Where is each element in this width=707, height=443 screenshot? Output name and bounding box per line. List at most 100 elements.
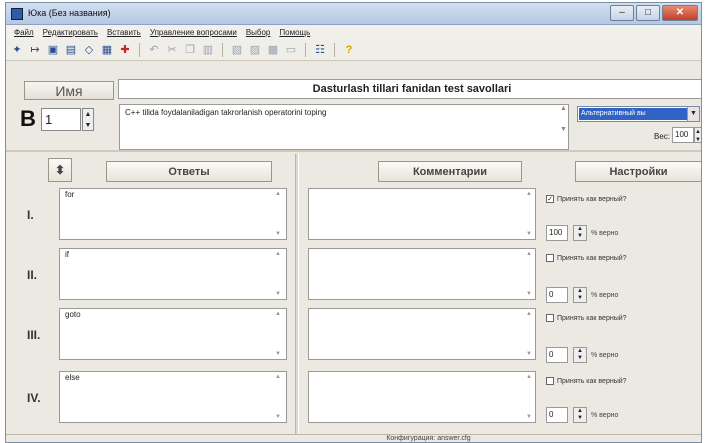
- correct-checkbox[interactable]: ✓: [546, 195, 554, 203]
- copy-icon[interactable]: ❐: [183, 43, 197, 57]
- app-icon: [11, 8, 23, 20]
- scroll-down-icon[interactable]: ▼: [526, 291, 532, 297]
- save-icon[interactable]: ▣: [46, 43, 60, 57]
- add-icon[interactable]: ✚: [118, 43, 132, 57]
- app-window: Юка (Без названия) – □ ✕ Файл Редактиров…: [5, 2, 702, 443]
- scroll-down-icon[interactable]: ▼: [526, 231, 532, 237]
- question-scrollbar[interactable]: ▲ ▼: [559, 105, 568, 149]
- sort-updown-icon[interactable]: ⬍: [48, 158, 72, 182]
- scroll-down-icon[interactable]: ▼: [275, 414, 281, 420]
- percent-input[interactable]: 0: [546, 287, 568, 303]
- menu-questions[interactable]: Управление вопросами: [150, 28, 237, 37]
- scroll-up-icon[interactable]: ▲: [275, 311, 281, 317]
- weight-label: Вес:: [654, 132, 671, 141]
- grid-icon[interactable]: ▦: [100, 43, 114, 57]
- menu-help[interactable]: Помощь: [279, 28, 310, 37]
- answer-text-area[interactable]: else ▲ ▼: [59, 371, 287, 423]
- correct-checkbox-row[interactable]: Принять как верный?: [546, 254, 627, 262]
- answer-text-area[interactable]: goto ▲ ▼: [59, 308, 287, 360]
- answer-row: I. for ▲ ▼: [6, 184, 296, 240]
- test-title-field[interactable]: Dasturlash tillari fanidan test savollar…: [118, 79, 701, 99]
- menu-select[interactable]: Выбор: [246, 28, 271, 37]
- scroll-down-icon[interactable]: ▼: [526, 351, 532, 357]
- correct-checkbox-row[interactable]: Принять как верный?: [546, 314, 627, 322]
- weight-input[interactable]: 100: [672, 127, 694, 143]
- maximize-button[interactable]: □: [636, 5, 660, 21]
- format-icon[interactable]: ▨: [248, 43, 262, 57]
- scroll-up-icon[interactable]: ▲: [526, 374, 532, 380]
- menu-file[interactable]: Файл: [14, 28, 34, 37]
- chevron-down-icon[interactable]: ▼: [687, 107, 699, 121]
- scroll-down-icon[interactable]: ▼: [275, 291, 281, 297]
- undo-icon[interactable]: ↶: [147, 43, 161, 57]
- comment-text-area[interactable]: ▲ ▼: [308, 248, 536, 300]
- correct-checkbox-row[interactable]: Принять как верный?: [546, 377, 627, 385]
- answer-row: II. if ▲ ▼: [6, 244, 296, 300]
- answer-text-area[interactable]: for ▲ ▼: [59, 188, 287, 240]
- menu-edit[interactable]: Редактировать: [43, 28, 98, 37]
- answer-row: III. goto ▲ ▼: [6, 304, 296, 360]
- percent-spinner[interactable]: ▲ ▼: [573, 287, 587, 303]
- new-file-icon[interactable]: ✦: [10, 43, 24, 57]
- answers-header[interactable]: Ответы: [106, 161, 272, 182]
- cut-icon[interactable]: ✂: [165, 43, 179, 57]
- settings-icon[interactable]: ◇: [82, 43, 96, 57]
- scroll-up-icon[interactable]: ▲: [275, 191, 281, 197]
- toolbar-separator: [334, 42, 335, 57]
- menu-insert[interactable]: Вставить: [107, 28, 141, 37]
- question-type-select[interactable]: Альтернативный вы ▼: [577, 106, 700, 122]
- close-button[interactable]: ✕: [662, 5, 698, 21]
- question-number-spinner[interactable]: ▲ ▼: [82, 108, 94, 131]
- correct-checkbox[interactable]: [546, 254, 554, 262]
- window-controls: – □ ✕: [610, 5, 698, 21]
- correct-checkbox[interactable]: [546, 314, 554, 322]
- percent-input[interactable]: 0: [546, 347, 568, 363]
- question-type-value: Альтернативный вы: [579, 108, 687, 120]
- percent-spinner[interactable]: ▲ ▼: [573, 225, 587, 241]
- answer-text: if: [65, 250, 69, 259]
- percent-input[interactable]: 100: [546, 225, 568, 241]
- question-number-input[interactable]: 1: [41, 108, 81, 131]
- scroll-up-icon[interactable]: ▲: [275, 251, 281, 257]
- settings-header[interactable]: Настройки: [575, 161, 701, 182]
- menu-bar: Файл Редактировать Вставить Управление в…: [6, 25, 701, 39]
- correct-checkbox-row[interactable]: ✓ Принять как верный?: [546, 195, 627, 203]
- scroll-up-icon[interactable]: ▲: [526, 311, 532, 317]
- percent-label: % верно: [591, 412, 619, 419]
- percent-input[interactable]: 0: [546, 407, 568, 423]
- minimize-button[interactable]: –: [610, 5, 634, 21]
- scroll-up-icon[interactable]: ▲: [526, 191, 532, 197]
- help-icon[interactable]: ?: [342, 43, 356, 57]
- title-bar: Юка (Без названия) – □ ✕: [6, 3, 701, 25]
- preview-icon[interactable]: ▩: [266, 43, 280, 57]
- answer-text: else: [65, 373, 80, 382]
- delete-icon[interactable]: ▧: [230, 43, 244, 57]
- name-button[interactable]: Имя: [24, 81, 114, 100]
- scroll-up-icon[interactable]: ▲: [275, 374, 281, 380]
- section-divider: [6, 150, 701, 152]
- toolbar-separator: [305, 42, 306, 57]
- scroll-up-icon[interactable]: ▲: [526, 251, 532, 257]
- toolbar-separator: [222, 42, 223, 57]
- options-icon[interactable]: ☷: [313, 43, 327, 57]
- comment-text-area[interactable]: ▲ ▼: [308, 188, 536, 240]
- correct-checkbox[interactable]: [546, 377, 554, 385]
- answer-text-area[interactable]: if ▲ ▼: [59, 248, 287, 300]
- answer-number: I.: [27, 208, 34, 222]
- weight-spinner[interactable]: ▲ ▼: [694, 127, 701, 143]
- answer-number: II.: [27, 268, 38, 282]
- paste-icon[interactable]: ▥: [201, 43, 215, 57]
- scroll-down-icon[interactable]: ▼: [526, 414, 532, 420]
- comments-header[interactable]: Комментарии: [378, 161, 522, 182]
- scroll-down-icon[interactable]: ▼: [275, 351, 281, 357]
- open-file-icon[interactable]: ↦: [28, 43, 42, 57]
- comment-text-area[interactable]: ▲ ▼: [308, 371, 536, 423]
- monitor-icon[interactable]: ▭: [284, 43, 298, 57]
- toolbar: ✦ ↦ ▣ ▤ ◇ ▦ ✚ ↶ ✂ ❐ ▥ ▧ ▨ ▩ ▭ ☷ ?: [6, 39, 701, 61]
- question-text-area[interactable]: C++ tilida foydalaniladigan takrorlanish…: [119, 104, 569, 150]
- comment-text-area[interactable]: ▲ ▼: [308, 308, 536, 360]
- scroll-down-icon[interactable]: ▼: [275, 231, 281, 237]
- save-as-icon[interactable]: ▤: [64, 43, 78, 57]
- percent-spinner[interactable]: ▲ ▼: [573, 347, 587, 363]
- percent-spinner[interactable]: ▲ ▼: [573, 407, 587, 423]
